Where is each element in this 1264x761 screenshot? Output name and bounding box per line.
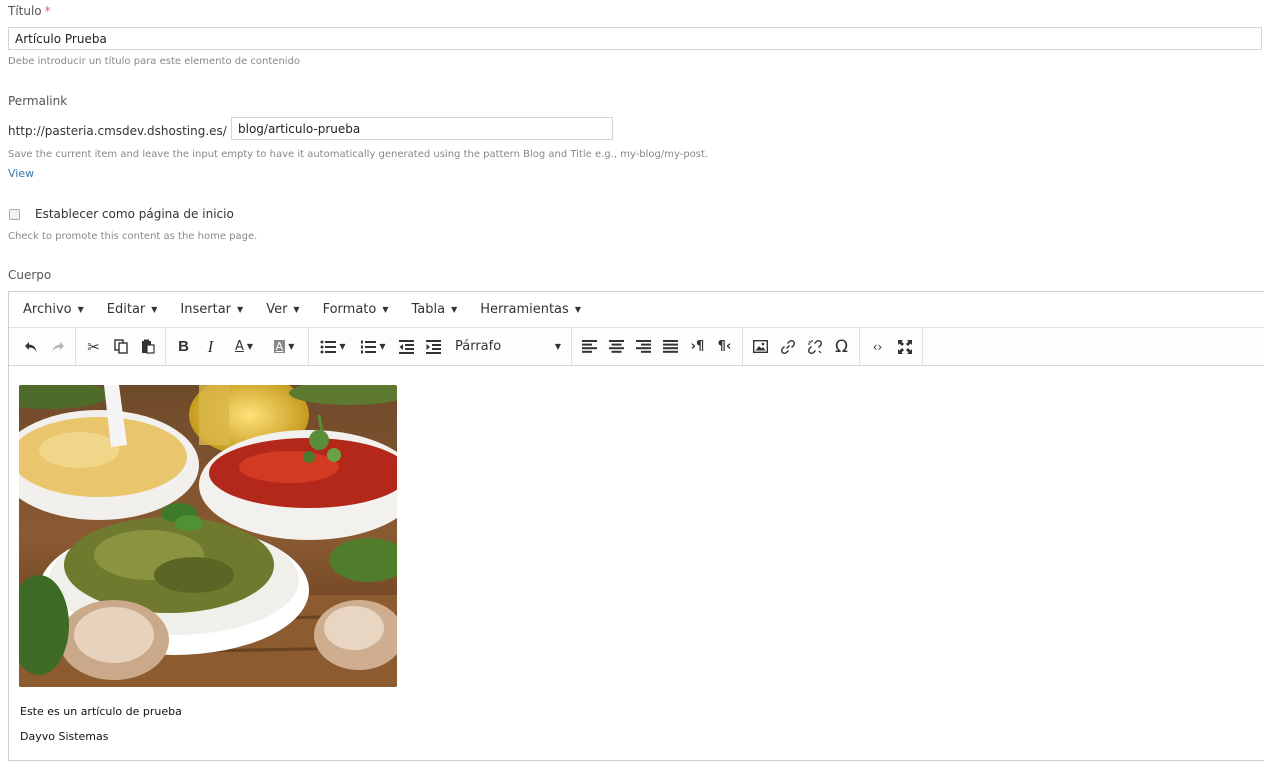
caret-down-icon: ▼ (382, 305, 389, 314)
permalink-help: Save the current item and leave the inpu… (8, 149, 709, 160)
body-paragraph-2: Dayvo Sistemas (20, 730, 109, 743)
permalink-input-value: blog/articulo-prueba (238, 121, 361, 136)
editor-menubar: Archivo ▼ Editar ▼ Insertar ▼ Ver ▼ Formato ▼… (9, 292, 1264, 328)
menu-editar[interactable]: Editar ▼ (107, 302, 158, 317)
list-group: ▼ ▼ Párrafo ▼ (309, 328, 572, 365)
titulo-input-value: Artículo Prueba (15, 31, 107, 46)
special-character-icon[interactable]: Ω (828, 333, 855, 361)
text-style-group: B I A ▼ A ▼ (166, 328, 309, 365)
caret-down-icon: ▼ (151, 305, 158, 314)
menu-herramientas[interactable]: Herramientas ▼ (480, 302, 581, 317)
permalink-prefix: http://pasteria.cmsdev.dshosting.es/ (8, 124, 227, 138)
caret-down-icon: ▼ (293, 305, 300, 314)
align-justify-icon[interactable] (657, 333, 684, 361)
homepage-checkbox[interactable] (9, 209, 20, 220)
caret-down-icon: ▼ (246, 342, 254, 351)
undo-icon[interactable] (17, 333, 44, 361)
fullscreen-icon[interactable] (891, 333, 918, 361)
insert-group: Ω (743, 328, 860, 365)
format-select[interactable]: Párrafo ▼ (447, 333, 567, 361)
view-group: ‹› (860, 328, 923, 365)
cut-icon[interactable]: ✂ (80, 333, 107, 361)
rich-text-editor: Archivo ▼ Editar ▼ Insertar ▼ Ver ▼ Formato ▼… (8, 291, 1264, 761)
menu-herramientas-label: Herramientas (480, 302, 569, 317)
caret-down-icon: ▼ (451, 305, 458, 314)
caret-down-icon: ▼ (554, 342, 561, 351)
paste-icon[interactable] (134, 333, 161, 361)
align-center-icon[interactable] (603, 333, 630, 361)
redo-icon[interactable] (44, 333, 71, 361)
permalink-input[interactable]: blog/articulo-prueba (231, 117, 613, 140)
caret-down-icon: ▼ (574, 305, 581, 314)
body-paragraph-1: Este es un artículo de prueba (20, 705, 182, 718)
ltr-icon[interactable]: ›¶ (684, 333, 711, 361)
menu-ver[interactable]: Ver ▼ (266, 302, 299, 317)
source-code-icon[interactable]: ‹› (864, 333, 891, 361)
background-color-icon: A (273, 340, 286, 353)
food-photo[interactable] (19, 385, 397, 687)
titulo-help: Debe introducir un título para este elem… (8, 56, 301, 67)
align-right-icon[interactable] (630, 333, 657, 361)
format-select-value: Párrafo (455, 339, 502, 354)
menu-tabla-label: Tabla (411, 302, 446, 317)
background-color-button[interactable]: A ▼ (264, 333, 304, 361)
permalink-label: Permalink (8, 94, 68, 108)
titulo-label-text: Título (8, 4, 42, 18)
history-group (13, 328, 76, 365)
titulo-label: Título * (8, 4, 51, 18)
menu-ver-label: Ver (266, 302, 288, 317)
bullet-list-icon (320, 340, 337, 353)
rtl-icon[interactable]: ¶‹ (711, 333, 738, 361)
menu-insertar-label: Insertar (180, 302, 232, 317)
image-icon[interactable] (747, 333, 774, 361)
menu-archivo[interactable]: Archivo ▼ (23, 302, 84, 317)
cuerpo-label: Cuerpo (8, 268, 52, 282)
homepage-label: Establecer como página de inicio (35, 207, 234, 221)
caret-down-icon: ▼ (237, 305, 244, 314)
menu-editar-label: Editar (106, 302, 146, 317)
copy-icon[interactable] (107, 333, 134, 361)
indent-icon[interactable] (420, 333, 447, 361)
menu-formato[interactable]: Formato ▼ (323, 302, 389, 317)
required-mark: * (44, 4, 51, 18)
menu-tabla[interactable]: Tabla ▼ (412, 302, 458, 317)
bullet-list-button[interactable]: ▼ (313, 333, 353, 361)
clipboard-group: ✂ (76, 328, 166, 365)
menu-formato-label: Formato (322, 302, 377, 317)
caret-down-icon: ▼ (339, 342, 346, 351)
bold-icon[interactable]: B (170, 333, 197, 361)
text-color-icon: A (234, 339, 244, 354)
unlink-icon[interactable] (801, 333, 828, 361)
titulo-input[interactable]: Artículo Prueba (8, 27, 1262, 50)
menu-insertar[interactable]: Insertar ▼ (180, 302, 243, 317)
outdent-icon[interactable] (393, 333, 420, 361)
text-color-button[interactable]: A ▼ (224, 333, 264, 361)
sauces-image (19, 385, 397, 687)
alignment-group: ›¶ ¶‹ (572, 328, 743, 365)
numbered-list-icon (361, 340, 377, 353)
caret-down-icon: ▼ (288, 342, 295, 351)
caret-down-icon: ▼ (379, 342, 386, 351)
link-icon[interactable] (774, 333, 801, 361)
numbered-list-button[interactable]: ▼ (353, 333, 393, 361)
italic-icon[interactable]: I (197, 333, 224, 361)
align-left-icon[interactable] (576, 333, 603, 361)
view-link[interactable]: View (8, 167, 34, 180)
caret-down-icon: ▼ (77, 305, 84, 314)
editor-toolbar: ✂ B I A ▼ A ▼ ▼ ▼ Párrafo ▼ ›¶ ¶‹ Ω ‹› (9, 328, 1264, 366)
menu-archivo-label: Archivo (23, 302, 72, 317)
homepage-help: Check to promote this content as the hom… (8, 231, 258, 242)
